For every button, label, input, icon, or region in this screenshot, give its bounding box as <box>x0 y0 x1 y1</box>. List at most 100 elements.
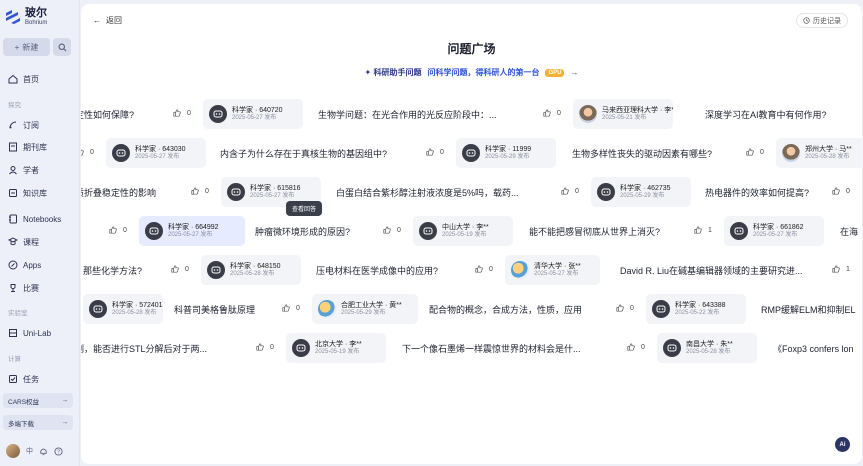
author-card[interactable]: 科学家 · 664992 2025-05-27 发布 <box>139 216 245 246</box>
like-button[interactable]: 0 <box>173 109 191 117</box>
author-card[interactable]: 南昌大学 · 朱** 2025-05-28 发布 <box>657 333 757 363</box>
logo[interactable]: 玻尔 Bohrium <box>5 8 47 26</box>
help-icon[interactable]: ? <box>54 446 63 456</box>
author-info: 科学家 · 11999 2025-05-29 发布 <box>485 146 531 161</box>
like-button[interactable]: 1 <box>694 226 712 234</box>
question-text[interactable]: 质折叠稳定性的影响 <box>81 186 156 199</box>
sidebar-item-knowledge[interactable]: 知识库 <box>8 186 47 200</box>
like-button[interactable]: 0 <box>171 265 189 273</box>
like-button[interactable]: 0 <box>109 226 127 234</box>
author-info: 科学家 · 462735 2025-05-29 发布 <box>620 185 671 200</box>
sidebar-item-journal[interactable]: 期刊库 <box>8 140 47 154</box>
like-button[interactable]: 1 <box>832 265 850 273</box>
question-text[interactable]: 那些化学方法? <box>83 264 142 277</box>
like-button[interactable]: 0 <box>475 265 493 273</box>
sidebar-item-apps[interactable]: Apps <box>8 258 41 272</box>
sidebar-item-subscribe[interactable]: 订阅 <box>8 118 39 132</box>
author-card[interactable]: 科学家 · 11999 2025-05-29 发布 <box>456 138 556 168</box>
question-text[interactable]: RMP缓解ELM和抑制EL <box>761 303 856 316</box>
question-text[interactable]: 生物多样性丧失的驱动因素有哪些? <box>572 147 712 160</box>
question-row: 质折叠稳定性的影响 0 科学家 · 615816 2025-05-27 发布 白蛋白结合… <box>81 177 862 207</box>
author-card[interactable]: 清华大学 · 张** 2025-05-27 发布 <box>505 255 600 285</box>
author-card[interactable]: 郑州大学 · 马** 2025-05-28 发布 <box>776 138 862 168</box>
sidebar-item-label: 期刊库 <box>23 142 47 152</box>
author-card[interactable]: 科学家 · 462735 2025-05-29 发布 <box>591 177 691 207</box>
like-button[interactable]: 0 <box>191 187 209 195</box>
like-button[interactable]: 0 <box>383 226 401 234</box>
like-button[interactable]: 0 <box>561 187 579 195</box>
back-button[interactable]: ← 返回 <box>93 15 122 26</box>
question-text[interactable]: 列，能否进行STL分解后对于两... <box>81 342 207 355</box>
like-button[interactable]: 0 <box>832 187 850 195</box>
like-button[interactable]: 0 <box>426 148 444 156</box>
robot-avatar-icon <box>663 339 681 357</box>
sidebar-item-home[interactable]: 首页 <box>8 72 39 86</box>
question-text[interactable]: 定性如何保障? <box>81 108 134 121</box>
like-count: 1 <box>708 226 712 234</box>
ai-assistant-button[interactable]: Ai <box>835 437 850 452</box>
author-name: 合肥工业大学 · 黄** <box>341 301 402 309</box>
question-text[interactable]: 白蛋白结合紫杉醇注射液浓度是5%吗，载药... <box>336 186 519 199</box>
author-info: 科学家 · 572401 2025-05-28 发布 <box>112 302 163 317</box>
sidebar-item-course[interactable]: 课程 <box>8 235 39 249</box>
question-text[interactable]: 下一个像石墨烯一样震惊世界的材料会是什... <box>402 342 581 355</box>
bell-icon[interactable] <box>39 447 48 456</box>
sidebar-item-label: Apps <box>23 260 42 270</box>
question-text[interactable]: 科普司美格鲁肽原理 <box>174 303 255 316</box>
multi-download-button[interactable]: 多端下载 → <box>3 415 73 430</box>
promo-banner[interactable]: ✦ 科研助手问题 问科学问题，得科研人的第一台 GPU → <box>81 67 862 78</box>
author-card[interactable]: 科学家 · 661862 2025-05-27 发布 <box>724 216 824 246</box>
like-button[interactable]: 0 <box>543 109 561 117</box>
publish-date: 2025-05-28 发布 <box>230 270 275 277</box>
author-info: 郑州大学 · 马** 2025-05-28 发布 <box>805 146 852 161</box>
author-card[interactable]: 科学家 · 643030 2025-05-27 发布 <box>106 138 206 168</box>
question-text[interactable]: 《Foxp3 confers lon <box>773 342 854 355</box>
thumbs-up-icon <box>832 265 840 273</box>
like-button[interactable]: 0 <box>627 343 645 351</box>
question-text[interactable]: 在海 <box>840 225 858 238</box>
author-card[interactable]: 马来西亚理科大学 · 李** 2025-05-21 发布 <box>573 99 673 129</box>
question-text[interactable]: 肿瘤微环境形成的原因? <box>255 225 350 238</box>
question-text[interactable]: 压电材料在医学成像中的应用? <box>316 264 438 277</box>
like-button[interactable]: 0 <box>616 304 634 312</box>
author-card[interactable]: 科学家 · 643388 2025-05-22 发布 <box>646 294 746 324</box>
like-count: 0 <box>296 304 300 312</box>
question-text[interactable]: 内含子为什么存在于真核生物的基因组中? <box>220 147 387 160</box>
author-card[interactable]: 合肥工业大学 · 黄** 2025-05-29 发布 <box>312 294 418 324</box>
author-card[interactable]: 科学家 · 640720 2025-05-27 发布 <box>203 99 303 129</box>
like-button[interactable]: 0 <box>256 343 274 351</box>
history-button[interactable]: 历史记录 <box>796 13 848 28</box>
thumbs-up-icon <box>282 304 290 312</box>
author-card[interactable]: 科学家 · 572401 2025-05-28 发布 <box>83 294 163 324</box>
user-avatar[interactable] <box>6 444 20 458</box>
sidebar-item-unilab[interactable]: Uni-Lab <box>8 326 51 340</box>
cars-benefit-button[interactable]: CARS权益 → <box>3 393 73 408</box>
question-text[interactable]: 配合物的概念，合成方法，性质，应用 <box>429 303 582 316</box>
thumbs-up-icon <box>561 187 569 195</box>
robot-avatar-icon <box>597 183 615 201</box>
thumbs-up-icon <box>171 265 179 273</box>
sidebar-item-scholar[interactable]: 学者 <box>8 163 39 177</box>
new-button[interactable]: + 新建 <box>3 38 50 56</box>
author-card[interactable]: 科学家 · 648150 2025-05-28 发布 <box>201 255 301 285</box>
like-count: 0 <box>557 109 561 117</box>
sidebar-item-competition[interactable]: 比赛 <box>8 281 39 295</box>
search-button[interactable] <box>53 38 71 56</box>
question-text[interactable]: 能不能把感冒彻底从世界上消灭? <box>529 225 660 238</box>
question-text[interactable]: 生物学问题：在光合作用的光反应阶段中：... <box>318 108 497 121</box>
sidebar-item-notebooks[interactable]: Notebooks <box>8 212 61 226</box>
clock-icon <box>803 17 810 24</box>
question-text[interactable]: David R. Liu在碱基编辑器领域的主要研究进... <box>620 264 803 277</box>
author-info: 科学家 · 664992 2025-05-27 发布 <box>168 224 219 239</box>
question-row: 那些化学方法? 0 科学家 · 648150 2025-05-28 发布 压电材料在医学… <box>81 255 862 285</box>
like-button[interactable]: 0 <box>746 148 764 156</box>
robot-avatar-icon <box>462 144 480 162</box>
author-card[interactable]: 中山大学 · 李** 2025-05-19 发布 <box>413 216 513 246</box>
language-toggle[interactable]: 中 <box>26 446 33 456</box>
sidebar-item-task[interactable]: 任务 <box>8 372 39 386</box>
question-text[interactable]: 热电器件的效率如何提高? <box>705 186 809 199</box>
author-card[interactable]: 北京大学 · 李** 2025-05-19 发布 <box>286 333 386 363</box>
like-button[interactable]: 0 <box>282 304 300 312</box>
question-text[interactable]: 深度学习在AI教育中有何作用? <box>705 108 827 121</box>
like-button[interactable]: 0 <box>81 148 94 156</box>
